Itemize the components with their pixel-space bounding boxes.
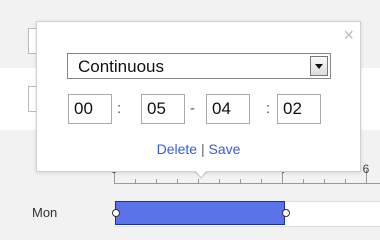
ruler-tick-minor	[198, 179, 199, 184]
ruler-label-6: 6	[362, 162, 370, 176]
time-colon: :	[266, 100, 271, 117]
time-ruler: 0 4 6	[111, 162, 380, 184]
ruler-tick-minor	[219, 179, 220, 184]
ruler-tick-minor	[177, 179, 178, 184]
ruler-tick-minor	[345, 179, 346, 184]
time-range-dash: -	[190, 100, 195, 117]
segment-start-handle[interactable]	[112, 209, 120, 217]
schedule-edit-popup: × Continuous : - : Delete | Save	[36, 21, 361, 172]
save-link[interactable]: Save	[208, 141, 240, 157]
popup-pointer-fill	[193, 168, 209, 177]
end-hour-input[interactable]	[206, 94, 250, 124]
popup-actions: Delete | Save	[37, 141, 360, 157]
end-minute-input[interactable]	[277, 94, 321, 124]
segment-end-handle[interactable]	[282, 209, 290, 217]
ruler-tick-minor	[261, 179, 262, 184]
delete-link[interactable]: Delete	[157, 141, 197, 157]
start-hour-input[interactable]	[68, 94, 112, 124]
mode-select-value: Continuous	[78, 57, 165, 76]
ruler-tick-minor	[156, 179, 157, 184]
ruler-tick-minor	[240, 179, 241, 184]
ruler-line	[114, 183, 380, 184]
ruler-tick-minor	[303, 179, 304, 184]
day-label-mon: Mon	[32, 205, 58, 220]
ruler-tick-minor	[324, 179, 325, 184]
actions-separator: |	[200, 141, 205, 157]
schedule-segment[interactable]	[115, 201, 285, 225]
dropdown-button[interactable]	[310, 56, 328, 76]
chevron-down-icon	[315, 64, 323, 69]
close-icon[interactable]: ×	[343, 26, 354, 44]
ruler-tick-minor	[135, 179, 136, 184]
mode-select[interactable]: Continuous	[67, 53, 331, 79]
time-colon: :	[117, 100, 122, 117]
start-minute-input[interactable]	[141, 94, 185, 124]
